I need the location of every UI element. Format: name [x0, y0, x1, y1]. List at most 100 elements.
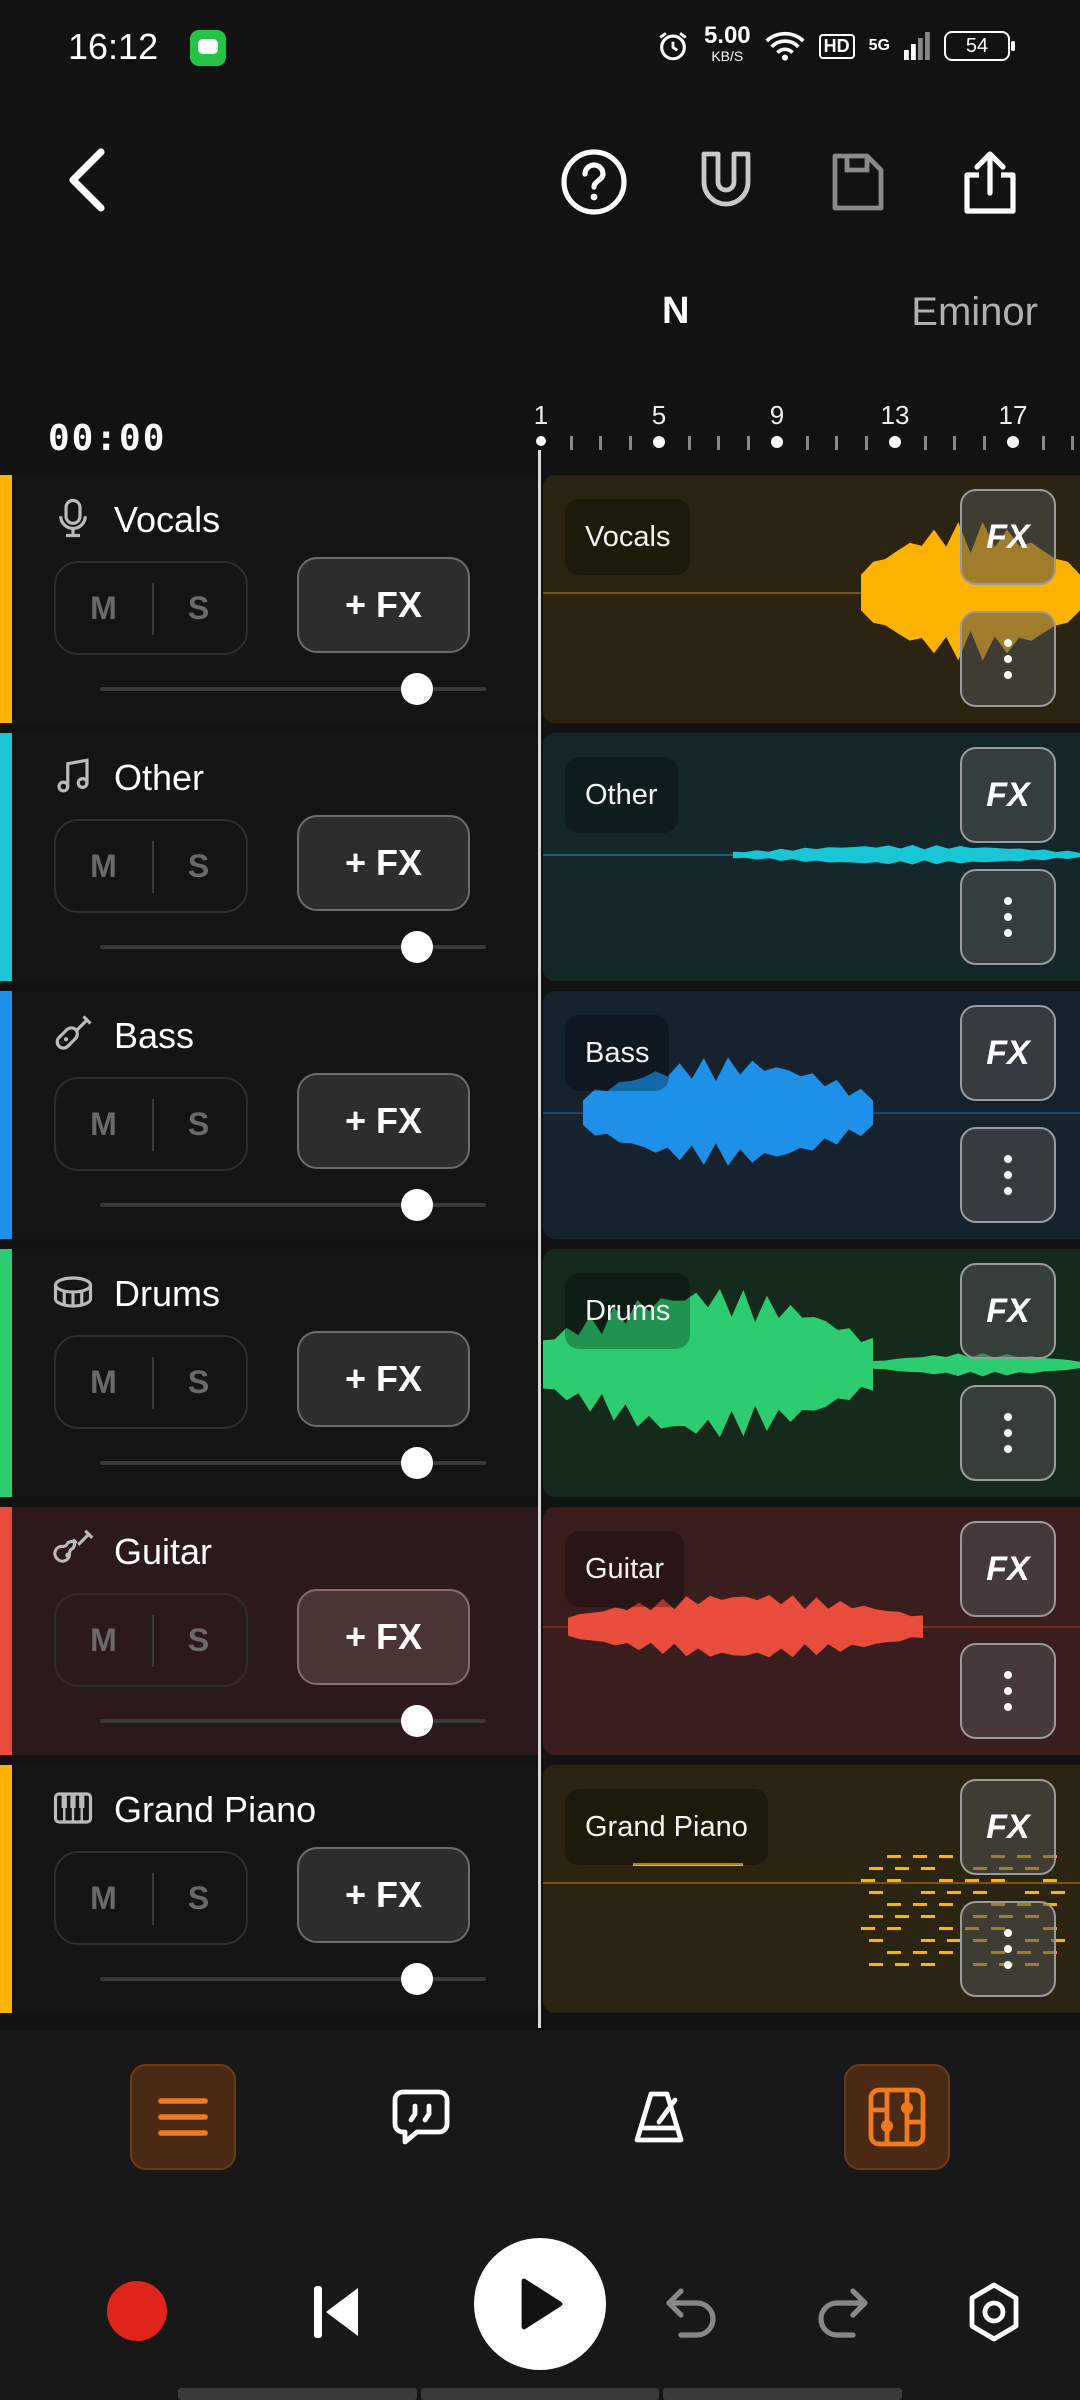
ruler-tick — [805, 436, 809, 450]
key-note[interactable]: N — [662, 290, 689, 333]
ruler-tick — [864, 436, 868, 450]
volume-slider[interactable] — [100, 1705, 486, 1737]
ruler-tick — [1041, 436, 1045, 450]
redo-button[interactable] — [806, 2276, 878, 2348]
track-lane[interactable]: Bass FX — [543, 991, 1080, 1239]
ruler-bar-marker — [536, 436, 546, 446]
clip-fx-button[interactable]: FX — [960, 1263, 1056, 1359]
volume-knob[interactable] — [400, 1963, 433, 1995]
track-name[interactable]: Other — [114, 757, 204, 799]
add-fx-button[interactable]: + FX — [297, 557, 470, 653]
clip-fx-button[interactable]: FX — [960, 1779, 1056, 1875]
clip-fx-button[interactable]: FX — [960, 489, 1056, 585]
track-lane[interactable]: Drums FX — [543, 1249, 1080, 1497]
menu-icon — [158, 2098, 208, 2136]
track-color-strip — [0, 1507, 12, 1755]
track-name[interactable]: Vocals — [114, 499, 220, 541]
share-button[interactable] — [954, 146, 1026, 218]
settings-icon — [969, 2282, 1019, 2342]
mixer-button[interactable] — [844, 2064, 950, 2170]
volume-slider[interactable] — [100, 673, 486, 705]
volume-slider[interactable] — [100, 1447, 486, 1479]
mute-button[interactable]: M — [56, 563, 151, 653]
more-vertical-icon — [1004, 897, 1012, 937]
key-scale[interactable]: Eminor — [911, 290, 1038, 335]
track-lane[interactable]: Other FX — [543, 733, 1080, 981]
clip-fx-button[interactable]: FX — [960, 747, 1056, 843]
solo-button[interactable]: S — [151, 1079, 246, 1169]
mute-button[interactable]: M — [56, 1853, 151, 1943]
clip-fx-button[interactable]: FX — [960, 1005, 1056, 1101]
add-fx-button[interactable]: + FX — [297, 1847, 470, 1943]
clip-label: Other — [565, 757, 678, 833]
home-indicator — [178, 2388, 903, 2400]
track-lane[interactable]: Guitar FX — [543, 1507, 1080, 1755]
add-fx-button[interactable]: + FX — [297, 815, 470, 911]
help-circle-icon — [561, 149, 627, 215]
track-name[interactable]: Drums — [114, 1273, 220, 1315]
mute-button[interactable]: M — [56, 821, 151, 911]
metronome-button[interactable] — [606, 2064, 712, 2170]
solo-button[interactable]: S — [151, 1595, 246, 1685]
volume-knob[interactable] — [400, 931, 433, 963]
record-button[interactable] — [100, 2274, 174, 2348]
volume-slider[interactable] — [100, 1963, 486, 1995]
ruler-tick — [982, 436, 986, 450]
solo-button[interactable]: S — [151, 1337, 246, 1427]
mute-solo-group: MS — [54, 1593, 248, 1687]
track-lane[interactable]: Vocals FX — [543, 475, 1080, 723]
ruler-tick — [1071, 436, 1074, 450]
settings-button[interactable] — [958, 2276, 1030, 2348]
help-button[interactable] — [558, 146, 630, 218]
solo-button[interactable]: S — [151, 563, 246, 653]
playhead[interactable] — [538, 450, 541, 2028]
volume-slider[interactable] — [100, 1189, 486, 1221]
clip-more-button[interactable] — [960, 1127, 1056, 1223]
clip-more-button[interactable] — [960, 1643, 1056, 1739]
clip-fx-button[interactable]: FX — [960, 1521, 1056, 1617]
signal-bars-icon — [904, 32, 930, 60]
add-fx-button[interactable]: + FX — [297, 1589, 470, 1685]
mute-button[interactable]: M — [56, 1079, 151, 1169]
network-speed: 5.00 KB/S — [704, 24, 751, 66]
snap-button[interactable] — [690, 146, 762, 218]
skip-to-start-icon — [314, 2286, 358, 2338]
back-button[interactable] — [52, 140, 122, 220]
volume-knob[interactable] — [400, 1705, 433, 1737]
volume-slider[interactable] — [100, 931, 486, 963]
solo-button[interactable]: S — [151, 1853, 246, 1943]
solo-button[interactable]: S — [151, 821, 246, 911]
save-button[interactable] — [822, 146, 894, 218]
more-vertical-icon — [1004, 1929, 1012, 1969]
track-name[interactable]: Bass — [114, 1015, 194, 1057]
mute-button[interactable]: M — [56, 1337, 151, 1427]
divider — [152, 841, 154, 893]
skip-to-start-button[interactable] — [300, 2276, 372, 2348]
play-button[interactable] — [474, 2238, 606, 2370]
chat-button[interactable] — [368, 2064, 474, 2170]
ruler-tick — [923, 436, 927, 450]
more-vertical-icon — [1004, 639, 1012, 679]
clip-label: Drums — [565, 1273, 691, 1349]
timeline-ruler[interactable]: 1 5 9 13 17 — [534, 400, 1080, 460]
undo-button[interactable] — [656, 2276, 728, 2348]
clip-label: Guitar — [565, 1531, 684, 1607]
message-app-icon — [190, 30, 226, 66]
volume-knob[interactable] — [400, 673, 433, 705]
menu-button[interactable] — [130, 2064, 236, 2170]
mute-button[interactable]: M — [56, 1595, 151, 1685]
clip-more-button[interactable] — [960, 1901, 1056, 1997]
track-lane[interactable]: Grand Piano FX — [543, 1765, 1080, 2013]
track-color-strip — [0, 475, 12, 723]
clip-more-button[interactable] — [960, 611, 1056, 707]
add-fx-button[interactable]: + FX — [297, 1331, 470, 1427]
add-fx-button[interactable]: + FX — [297, 1073, 470, 1169]
clip-more-button[interactable] — [960, 1385, 1056, 1481]
track-name[interactable]: Grand Piano — [114, 1789, 316, 1831]
more-vertical-icon — [1004, 1155, 1012, 1195]
volume-knob[interactable] — [400, 1189, 433, 1221]
more-vertical-icon — [1004, 1413, 1012, 1453]
track-name[interactable]: Guitar — [114, 1531, 212, 1573]
clip-more-button[interactable] — [960, 869, 1056, 965]
volume-knob[interactable] — [400, 1447, 433, 1479]
